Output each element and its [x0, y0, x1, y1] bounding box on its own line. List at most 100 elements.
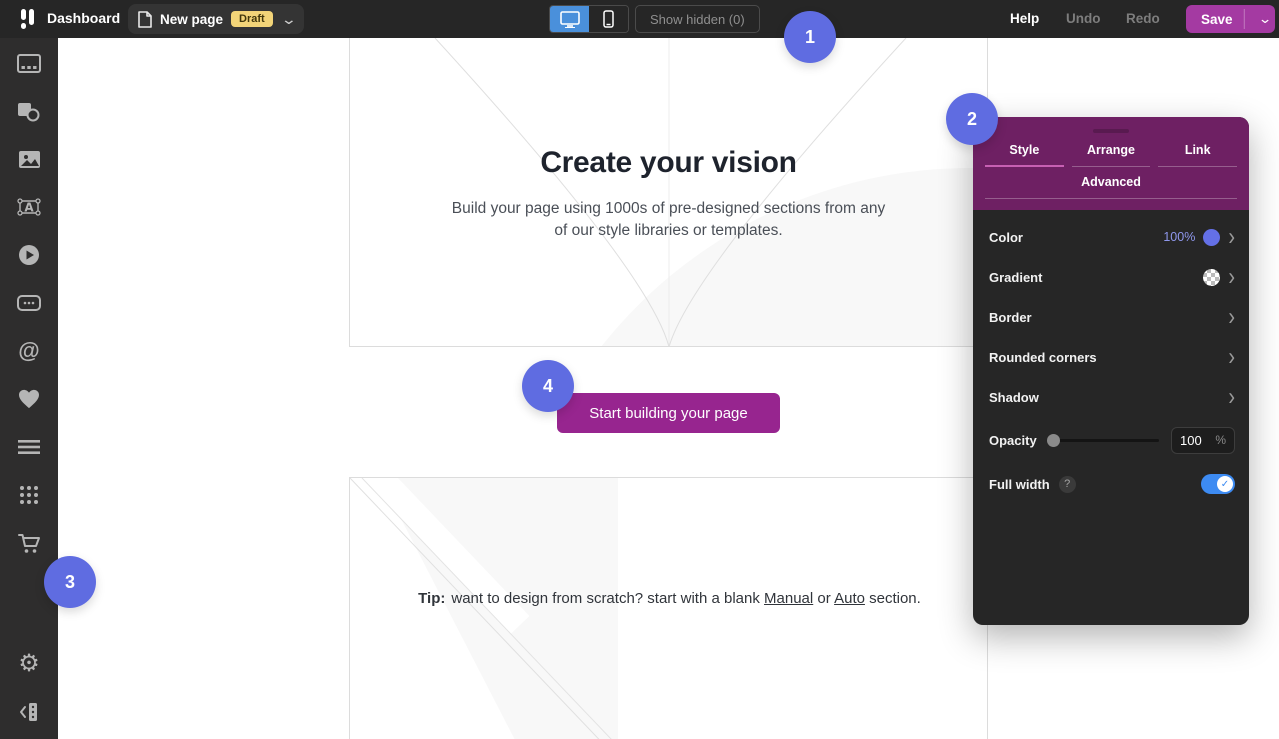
draft-status-badge: Draft — [231, 11, 273, 27]
tab-style[interactable]: Style — [985, 143, 1064, 167]
tip-or: or — [813, 590, 835, 607]
sidebar-item-shapes[interactable] — [14, 96, 44, 126]
full-width-row: Full width ? ✓ — [973, 463, 1249, 505]
opacity-slider[interactable] — [1046, 433, 1159, 447]
sidebar-item-apps[interactable] — [14, 480, 44, 510]
gradient-row[interactable]: Gradient › — [973, 257, 1249, 297]
sidebar-collapse-button[interactable] — [14, 697, 44, 727]
mobile-icon — [603, 10, 614, 28]
sidebar-item-buttons[interactable] — [14, 288, 44, 318]
button-icon — [17, 295, 41, 311]
hero-section[interactable]: Create your vision Build your page using… — [349, 38, 988, 347]
sidebar-item-settings[interactable]: ⚙ — [14, 649, 44, 679]
color-row[interactable]: Color 100% › — [973, 217, 1249, 257]
pagecloud-logo-icon[interactable] — [18, 9, 40, 29]
hero-title: Create your vision — [540, 146, 797, 179]
help-question-icon[interactable]: ? — [1058, 475, 1076, 493]
full-width-toggle[interactable]: ✓ — [1201, 474, 1235, 494]
callout-2: 2 — [946, 93, 998, 145]
shadow-label: Shadow — [989, 389, 1039, 405]
tab-advanced[interactable]: Advanced — [985, 175, 1237, 199]
sidebar-item-video[interactable] — [14, 240, 44, 270]
desktop-view-button[interactable] — [550, 6, 589, 32]
tip-section[interactable]: Tip: want to design from scratch? start w… — [349, 477, 988, 739]
undo-button[interactable]: Undo — [1066, 11, 1101, 26]
apps-grid-icon — [19, 485, 39, 505]
text-icon: A — [16, 197, 42, 217]
panel-drag-handle[interactable] — [1093, 129, 1129, 133]
sidebar-item-images[interactable] — [14, 144, 44, 174]
save-label: Save — [1201, 11, 1233, 27]
save-button[interactable]: Save ⌄ — [1186, 5, 1275, 33]
gradient-label: Gradient — [989, 269, 1043, 285]
chevron-right-icon: › — [1228, 263, 1235, 291]
opacity-label: Opacity — [989, 432, 1037, 448]
rounded-corners-label: Rounded corners — [989, 349, 1097, 365]
page-name: New page — [160, 11, 224, 27]
callout-3: 3 — [44, 556, 96, 608]
auto-section-link[interactable]: Auto — [834, 590, 865, 607]
chevron-right-icon: › — [1228, 343, 1235, 371]
callout-4: 4 — [522, 360, 574, 412]
color-opacity-value: 100% — [1163, 230, 1196, 244]
page-switcher[interactable]: New page Draft ⌄ — [128, 4, 305, 34]
help-link[interactable]: Help — [1010, 11, 1039, 26]
play-icon — [18, 244, 40, 266]
sidebar-item-sections[interactable] — [14, 48, 44, 78]
toggle-check-icon: ✓ — [1217, 476, 1233, 492]
start-building-button[interactable]: Start building your page — [557, 393, 780, 433]
manual-section-link[interactable]: Manual — [764, 590, 813, 607]
gear-icon: ⚙ — [18, 650, 40, 677]
mobile-view-button[interactable] — [589, 6, 628, 32]
tip-text: Tip: want to design from scratch? start w… — [350, 590, 987, 607]
panel-tabs-row2: Advanced — [985, 175, 1237, 199]
sidebar-item-text[interactable]: A — [14, 192, 44, 222]
tip-section-decoration — [350, 478, 618, 739]
opacity-input[interactable] — [1180, 432, 1212, 448]
collapse-sidebar-icon — [18, 701, 40, 723]
image-icon — [18, 150, 41, 169]
color-swatch[interactable] — [1203, 228, 1221, 246]
menu-icon — [18, 439, 40, 455]
chevron-right-icon: › — [1228, 303, 1235, 331]
dashboard-link[interactable]: Dashboard — [47, 10, 120, 26]
redo-button[interactable]: Redo — [1126, 11, 1160, 26]
shadow-row[interactable]: Shadow › — [973, 377, 1249, 417]
sidebar-item-social[interactable] — [14, 384, 44, 414]
opacity-input-wrap: % — [1171, 426, 1235, 454]
border-row[interactable]: Border › — [973, 297, 1249, 337]
tip-prefix: Tip: — [418, 590, 446, 607]
tab-arrange[interactable]: Arrange — [1071, 143, 1151, 167]
desktop-icon — [559, 10, 580, 28]
style-panel-body: Color 100% › Gradient › Border › Rounded… — [973, 210, 1249, 505]
sidebar-item-forms[interactable]: @ — [14, 336, 44, 366]
tip-after: section. — [864, 590, 921, 607]
tab-link[interactable]: Link — [1158, 143, 1238, 167]
style-panel: Style Arrange Link Advanced Color 100% ›… — [973, 117, 1249, 625]
show-hidden-button[interactable]: Show hidden (0) — [635, 5, 760, 33]
sections-icon — [17, 53, 41, 73]
hero-subtitle: Build your page using 1000s of pre-desig… — [451, 200, 886, 239]
page-icon — [138, 10, 152, 28]
top-bar: Dashboard New page Draft ⌄ Show hidden (… — [0, 0, 1279, 38]
chevron-right-icon: › — [1228, 383, 1235, 411]
style-panel-header: Style Arrange Link Advanced — [973, 117, 1249, 210]
shapes-icon — [17, 101, 41, 122]
at-sign-icon: @ — [18, 338, 40, 363]
chevron-down-icon: ⌄ — [280, 11, 297, 27]
gradient-swatch[interactable] — [1203, 268, 1221, 286]
svg-text:A: A — [24, 201, 34, 215]
rounded-corners-row[interactable]: Rounded corners › — [973, 337, 1249, 377]
save-dropdown-chevron-icon[interactable]: ⌄ — [1243, 9, 1272, 29]
device-view-toggle — [549, 5, 629, 33]
sidebar-item-ecommerce[interactable] — [14, 528, 44, 558]
opacity-unit: % — [1215, 433, 1226, 447]
heart-icon — [18, 389, 40, 409]
chevron-right-icon: › — [1228, 223, 1235, 251]
sidebar-item-menus[interactable] — [14, 432, 44, 462]
color-label: Color — [989, 229, 1023, 245]
opacity-slider-knob[interactable] — [1046, 433, 1060, 447]
panel-tabs: Style Arrange Link — [981, 143, 1241, 167]
tools-sidebar: A @ ⚙ — [0, 38, 58, 739]
hero-content: Create your vision Build your page using… — [350, 146, 987, 242]
